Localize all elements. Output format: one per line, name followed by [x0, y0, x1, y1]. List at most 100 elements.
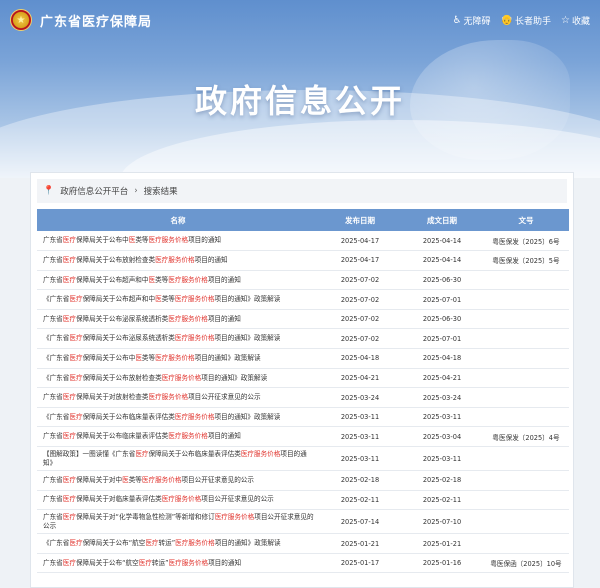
cell-document-date: 2025-07-10: [422, 517, 462, 526]
document-link[interactable]: 广东省医疗保障局关于公布放射检查类医疗服务价格项目的通知: [43, 256, 228, 264]
title-text: 《广东省: [43, 412, 70, 421]
cell-publish-date: 2025-01-17: [340, 559, 380, 568]
cell-document-date: 2025-01-21: [422, 539, 462, 548]
site-title[interactable]: 广东省医疗保障局: [40, 11, 152, 30]
document-link[interactable]: 《广东省医疗保障局关于公布泌尿系统透析类医疗服务价格项目的通知》政策解读: [43, 334, 280, 342]
cell-document-number: [483, 534, 569, 554]
title-text: 项目的通知: [188, 236, 222, 245]
top-link-elder-mode[interactable]: 👴 长者助手: [501, 14, 551, 27]
keyword-highlight: 医疗服务价格: [168, 314, 208, 323]
column-header-document-date: 成文日期: [427, 215, 457, 225]
title-text: 保障局关于对临床量表评估类: [75, 495, 162, 504]
keyword-highlight: 医疗服务价格: [141, 475, 182, 484]
table-row: 广东省医疗保障局关于对中医类等医疗服务价格项目公开征求意见的公示 2025-02-…: [37, 471, 569, 491]
cell-title: 《广东省医疗保障局关于公布放射检查类医疗服务价格项目的通知》政策解读: [37, 368, 319, 388]
title-text: 保障局关于公布“航空: [82, 539, 146, 548]
column-header-document-number: 文号: [518, 215, 534, 225]
keyword-highlight: 医疗服务价格: [168, 432, 208, 441]
keyword-highlight: 医疗: [62, 236, 76, 245]
keyword-highlight: 医疗服务价格: [240, 449, 281, 458]
table-row: 【图解政策】一图读懂《广东省医疗保障局关于公布临床量表评估类医疗服务价格项目的通…: [37, 447, 569, 471]
document-link[interactable]: 广东省医疗保障局关于对“化学毒物急性检测”等新增和修订医疗服务价格项目公开征求意…: [43, 513, 314, 530]
title-text: 保障局关于公布放射检查类: [82, 373, 162, 382]
cell-publish-date: 2025-07-02: [340, 315, 380, 324]
keyword-highlight: 医疗服务价格: [214, 512, 255, 521]
keyword-highlight: 医疗: [62, 432, 76, 441]
document-link[interactable]: 广东省医疗保障局关于公布中医类等医疗服务价格项目的通知: [43, 236, 221, 244]
top-link-label: 收藏: [571, 16, 590, 27]
title-text: 类等: [155, 275, 169, 284]
keyword-highlight: 医疗服务价格: [148, 393, 189, 402]
cell-title: 《广东省医疗保障局关于公布超声和中医类等医疗服务价格项目的通知》政策解读: [37, 290, 319, 310]
title-text: 类等: [141, 353, 156, 362]
cell-title: 广东省医疗保障局关于对临床量表评估类医疗服务价格项目公开征求意见的公示: [37, 490, 319, 510]
keyword-highlight: 医疗: [69, 412, 83, 421]
cell-publish-date: 2025-02-18: [340, 476, 380, 485]
cell-title: 广东省医疗保障局关于对“化学毒物急性检测”等新增和修订医疗服务价格项目公开征求意…: [37, 510, 319, 534]
document-link[interactable]: 广东省医疗保障局关于公布超声和中医类等医疗服务价格项目的通知: [43, 276, 241, 284]
cell-title: 广东省医疗保障局关于公布临床量表评估类医疗服务价格项目的通知: [37, 427, 319, 447]
keyword-highlight: 医疗服务价格: [168, 275, 208, 284]
cell-publish-date: 2025-07-02: [340, 334, 380, 343]
cell-document-number: [483, 510, 569, 534]
title-text: 保障局关于公布超声和中: [75, 275, 149, 284]
title-text: 转运”: [151, 558, 169, 567]
document-link[interactable]: 《广东省医疗保障局关于公布放射检查类医疗服务价格项目的通知》政策解读: [43, 374, 267, 382]
title-text: 广东省: [43, 314, 63, 323]
title-text: 广东省: [43, 558, 63, 567]
table-row: 广东省医疗保障局关于公布临床量表评估类医疗服务价格项目的通知 2025-03-11…: [37, 427, 569, 447]
breadcrumb-home[interactable]: 政府信息公开平台: [60, 185, 128, 197]
document-link[interactable]: 《广东省医疗保障局关于公布临床量表评估类医疗服务价格项目的通知》政策解读: [43, 413, 280, 421]
title-text: 项目的通知》政策解读: [201, 373, 268, 382]
keyword-highlight: 医疗服务价格: [174, 412, 215, 421]
cell-document-date: 2025-02-11: [422, 495, 462, 504]
document-link[interactable]: 广东省医疗保障局关于公布“航空医疗转运”医疗服务价格项目的通知: [43, 559, 241, 567]
document-link[interactable]: 《广东省医疗保障局关于公布“航空医疗转运”医疗服务价格项目的通知》政策解读: [43, 539, 281, 547]
cell-title: 广东省医疗保障局关于对中医类等医疗服务价格项目公开征求意见的公示: [37, 471, 319, 491]
cell-document-number: [483, 329, 569, 349]
cell-publish-date: 2025-03-11: [340, 454, 380, 463]
title-text: 广东省: [43, 512, 63, 521]
title-text: 项目的通知》政策解读: [214, 295, 281, 304]
title-text: 广东省: [43, 275, 63, 284]
results-table: 名称 发布日期 成文日期 文号 广东省医疗保障局关于公布中医类等医疗服务价格项目…: [37, 209, 569, 573]
keyword-highlight: 医疗: [69, 353, 83, 362]
keyword-highlight: 医: [155, 295, 162, 304]
title-text: 项目的通知: [207, 432, 241, 441]
cell-publish-date: 2025-04-21: [340, 373, 380, 382]
document-link[interactable]: 广东省医疗保障局关于公布泌尿系统透析类医疗服务价格项目的通知: [43, 315, 241, 323]
document-link[interactable]: 广东省医疗保障局关于对临床量表评估类医疗服务价格项目公开征求意见的公示: [43, 495, 274, 503]
document-link[interactable]: 《广东省医疗保障局关于公布超声和中医类等医疗服务价格项目的通知》政策解读: [43, 295, 280, 303]
cell-document-date: 2025-06-30: [422, 275, 462, 284]
title-text: 广东省: [43, 495, 63, 504]
table-row: 广东省医疗保障局关于公布中医类等医疗服务价格项目的通知 2025-04-17 202…: [37, 231, 569, 251]
title-text: 项目公开征求意见的公示: [188, 393, 261, 402]
keyword-highlight: 医疗: [69, 334, 83, 343]
keyword-highlight: 医疗: [62, 512, 76, 521]
document-link[interactable]: 《广东省医疗保障局关于公布中医类等医疗服务价格项目的通知》政策解读: [43, 354, 261, 362]
document-link[interactable]: 广东省医疗保障局关于对中医类等医疗服务价格项目公开征求意见的公示: [43, 476, 254, 484]
breadcrumb-current: 搜索结果: [143, 187, 178, 197]
keyword-highlight: 医疗: [62, 475, 76, 484]
title-text: 类等: [135, 236, 149, 245]
top-link-star[interactable]: ☆ 收藏: [561, 14, 590, 27]
cell-title: 《广东省医疗保障局关于公布中医类等医疗服务价格项目的通知》政策解读: [37, 349, 319, 369]
title-text: 项目公开征求意见的公示: [181, 475, 254, 484]
top-link-accessibility[interactable]: ♿ 无障碍: [453, 14, 491, 27]
title-text: 保障局关于公布临床量表评估类: [82, 412, 175, 421]
title-text: 《广东省: [43, 539, 70, 548]
title-text: 《广东省: [43, 373, 70, 382]
table-row: 广东省医疗保障局关于公布放射检查类医疗服务价格项目的通知 2025-04-17 20…: [37, 251, 569, 271]
document-link[interactable]: 广东省医疗保障局关于对放射检查类医疗服务价格项目公开征求意见的公示: [43, 393, 261, 401]
title-text: 广东省: [43, 236, 63, 245]
document-link[interactable]: 广东省医疗保障局关于公布临床量表评估类医疗服务价格项目的通知: [43, 432, 241, 440]
cell-publish-date: 2025-04-18: [340, 354, 380, 363]
title-text: 保障局关于公布泌尿系统透析类: [75, 314, 169, 323]
cell-document-number: 粤医保发〔2025〕5号: [492, 257, 560, 266]
document-link[interactable]: 【图解政策】一图读懂《广东省医疗保障局关于公布临床量表评估类医疗服务价格项目的通…: [43, 450, 307, 467]
title-text: 保障局关于对中: [75, 475, 123, 484]
cell-document-date: 2025-04-14: [422, 256, 462, 265]
top-links: ♿ 无障碍 👴 长者助手 ☆ 收藏: [453, 14, 590, 27]
title-text: 《广东省: [43, 353, 70, 362]
title-text: 保障局关于公布泌尿系统透析类: [82, 334, 175, 343]
